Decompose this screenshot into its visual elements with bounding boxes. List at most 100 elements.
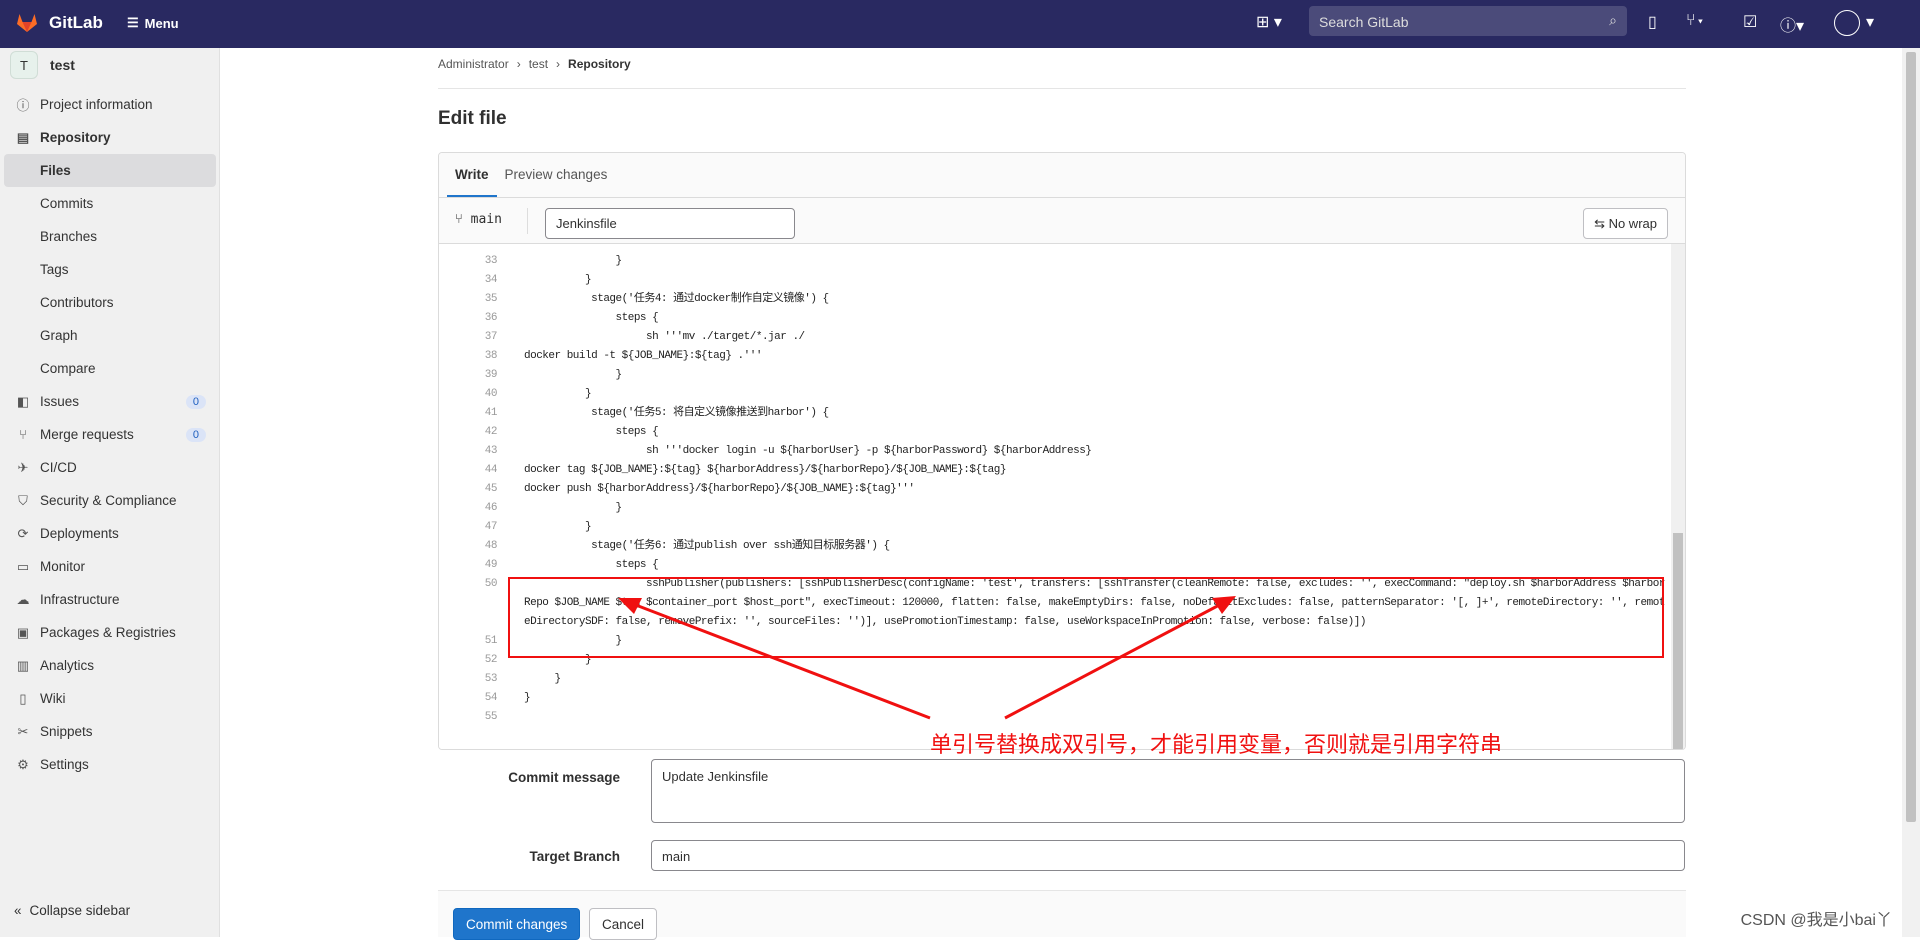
line-code: } [524,673,562,685]
issues-icon[interactable]: ▯ [1648,12,1657,32]
code-line: 47 } [439,518,1671,537]
code-line: 37 sh '''mv ./target/*.jar ./ [439,328,1671,347]
code-line: 36 steps { [439,309,1671,328]
code-line: 49 steps { [439,556,1671,575]
code-line: 45 docker push ${harborAddress}/${harborR… [439,480,1671,499]
page-scrollbar[interactable] [1902,48,1920,937]
menu-button[interactable]: ☰ Menu [127,15,179,31]
sidebar-item-monitor[interactable]: ▭ Monitor [0,550,220,583]
divider [438,88,1686,89]
code-line: 46 } [439,499,1671,518]
rocket-icon: ✈ [17,459,29,475]
line-number: 41 [484,407,498,419]
sidebar-item-ci-cd[interactable]: ✈ CI/CD [0,451,220,484]
sidebar-item-graph[interactable]: Graph [0,319,220,352]
sidebar-item-wiki[interactable]: ▯ Wiki [0,682,220,715]
tab-write[interactable]: Write [447,153,497,197]
code-line: 35 stage('任务4: 通过docker制作自定义镜像') { [439,290,1671,309]
sidebar-item-packages-registries[interactable]: ▣ Packages & Registries [0,616,220,649]
sidebar-item-security-compliance[interactable]: ⛉ Security & Compliance [0,484,220,517]
sidebar-item-merge-requests[interactable]: ⑂ Merge requests 0 [0,418,220,451]
line-number: 51 [484,635,498,647]
breadcrumb-item[interactable]: Administrator [438,57,509,71]
breadcrumb-item[interactable]: Repository [568,57,631,71]
sidebar-item-label: Analytics [40,658,95,673]
brand-name[interactable]: GitLab [49,13,103,33]
sidebar-item-commits[interactable]: Commits [0,187,220,220]
sidebar-item-label: Compare [40,361,96,376]
divider [527,208,528,234]
gear-icon: ⚙ [17,756,29,772]
sidebar-item-deployments[interactable]: ⟳ Deployments [0,517,220,550]
code-line: 39 } [439,366,1671,385]
scissors-icon: ✂ [17,723,29,739]
sidebar-item-label: Contributors [40,295,114,310]
code-line: 38 docker build -t ${JOB_NAME}:${tag} .''… [439,347,1671,366]
sidebar-item-infrastructure[interactable]: ☁ Infrastructure [0,583,220,616]
code-line: 43 sh '''docker login -u ${harborUser} -… [439,442,1671,461]
no-wrap-button[interactable]: ⇆ No wrap [1583,208,1668,239]
project-link[interactable]: Ttest [10,51,75,79]
sidebar-item-label: Project information [40,97,153,112]
wrap-icon: ⇆ [1594,216,1609,231]
sidebar-item-compare[interactable]: Compare [0,352,220,385]
code-line: 53 } [439,670,1671,689]
target-branch-label: Target Branch [529,849,620,864]
filename-input[interactable]: Jenkinsfile [545,208,795,239]
commit-message-label: Commit message [508,770,620,785]
target-branch-input[interactable]: main [651,840,1685,871]
todo-icon[interactable]: ☑ [1743,12,1757,32]
sidebar-item-project-information[interactable]: ⓘ Project information [0,88,220,121]
tab-preview-changes[interactable]: Preview changes [497,153,616,197]
double-chevron-left-icon: « [14,903,22,918]
help-icon[interactable]: ⓘ▾ [1780,12,1804,36]
chevron-down-icon[interactable]: ▾ [1866,12,1874,32]
editor-scrollbar[interactable] [1671,244,1685,749]
sidebar-item-label: Commits [40,196,94,211]
code-line: 54} [439,689,1671,708]
line-number: 35 [484,293,498,305]
sidebar-item-label: Tags [40,262,69,277]
code-line: 42 steps { [439,423,1671,442]
merge-request-icon: ⑂ [19,427,27,442]
sidebar-item-tags[interactable]: Tags [0,253,220,286]
top-navbar: GitLab ☰ Menu ⊞ ▾ Search GitLab ⌕ ▯ ⑂▾ ☑ ⓘ… [0,0,1920,48]
sidebar-item-files[interactable]: Files [4,154,216,187]
code-area[interactable]: 33 } 34 } 35 stage('任务4: 通过docker制作自定义镜像')… [439,244,1685,749]
monitor-icon: ▭ [16,558,30,574]
sidebar-item-contributors[interactable]: Contributors [0,286,220,319]
line-code: sh '''docker login -u ${harborUser} -p $… [524,445,1092,457]
search-input[interactable]: Search GitLab ⌕ [1309,6,1627,36]
breadcrumb-item[interactable]: test [529,57,548,71]
new-item-icon[interactable]: ⊞ ▾ [1256,12,1282,32]
merge-requests-icon[interactable]: ⑂▾ [1686,12,1705,30]
sidebar-item-label: Settings [40,757,89,772]
avatar[interactable] [1834,10,1860,36]
sidebar-item-label: Deployments [40,526,119,541]
line-code: steps { [524,559,659,571]
line-number: 55 [484,711,498,723]
commit-message-input[interactable]: Update Jenkinsfile [651,759,1685,823]
wiki-icon: ▯ [19,690,27,706]
collapse-sidebar-button[interactable]: «Collapse sidebar [14,903,130,918]
sidebar-item-issues[interactable]: ◧ Issues 0 [0,385,220,418]
gitlab-logo-icon[interactable] [15,10,39,34]
line-code: } [524,255,623,267]
sidebar-item-label: CI/CD [40,460,77,475]
line-number: 53 [484,673,498,685]
watermark: CSDN @我是小bai丫 [1740,912,1892,929]
line-code: stage('任务6: 通过publish over ssh通知目标服务器') … [524,540,890,552]
commit-changes-button[interactable]: Commit changes [453,908,581,940]
sidebar-item-snippets[interactable]: ✂ Snippets [0,715,220,748]
breadcrumb: Administrator › test › Repository [438,57,631,71]
line-code: stage('任务4: 通过docker制作自定义镜像') { [524,293,829,305]
sidebar-item-analytics[interactable]: ▥ Analytics [0,649,220,682]
sidebar-item-settings[interactable]: ⚙ Settings [0,748,220,781]
page-title: Edit file [438,108,507,129]
deployments-icon: ⟳ [17,525,29,541]
sidebar-item-repository[interactable]: ▤ Repository [0,121,220,154]
branch-name: ⑂ main [455,212,502,227]
cancel-button[interactable]: Cancel [589,908,658,940]
sidebar-item-branches[interactable]: Branches [0,220,220,253]
